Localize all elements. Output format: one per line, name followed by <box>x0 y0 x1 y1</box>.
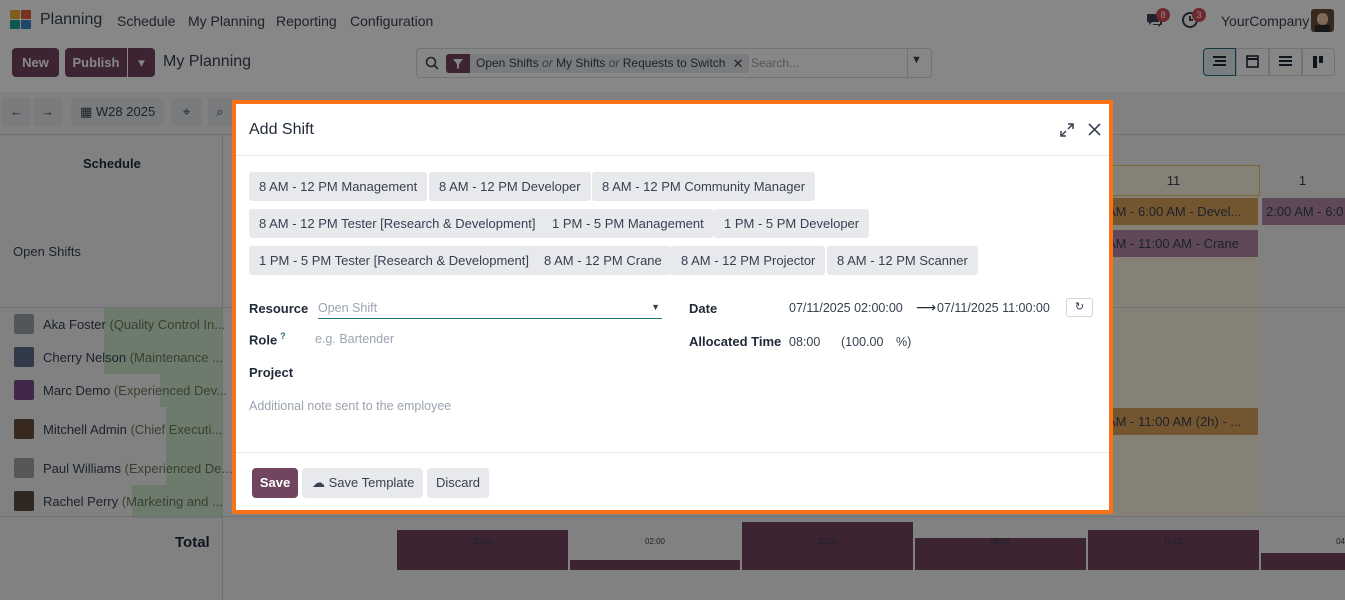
resource-field[interactable]: Open Shift ▼ <box>318 299 662 319</box>
allocated-hours-field[interactable]: 08:00 <box>789 335 820 349</box>
project-label: Project <box>249 365 294 380</box>
shift-template-button[interactable]: 1 PM - 5 PM Tester [Research & Developme… <box>249 246 539 275</box>
resource-placeholder: Open Shift <box>318 301 378 315</box>
date-end-field[interactable]: 07/11/2025 11:00:00 <box>937 301 1050 315</box>
close-icon[interactable] <box>1087 122 1102 137</box>
date-label: Date <box>689 301 718 316</box>
shift-template-button[interactable]: 8 AM - 12 PM Tester [Research & Developm… <box>249 209 546 238</box>
add-shift-dialog: Add Shift 8 AM - 12 PM Management 8 AM -… <box>232 100 1113 514</box>
role-label: Role? <box>249 331 286 348</box>
shift-template-button[interactable]: 8 AM - 12 PM Management <box>249 172 428 201</box>
expand-icon[interactable] <box>1060 123 1074 137</box>
resource-label: Resource <box>249 301 309 316</box>
arrow-right-icon: ⟶ <box>916 299 937 315</box>
caret-down-icon: ▼ <box>651 302 660 312</box>
role-field[interactable]: e.g. Bartender <box>315 332 394 346</box>
shift-template-button[interactable]: 8 AM - 12 PM Community Manager <box>592 172 816 201</box>
save-button[interactable]: Save <box>252 468 298 498</box>
shift-template-button[interactable]: 8 AM - 12 PM Developer <box>429 172 591 201</box>
shift-template-button[interactable]: 8 AM - 12 PM Crane <box>534 246 672 275</box>
shift-template-button[interactable]: 8 AM - 12 PM Scanner <box>827 246 978 275</box>
shift-template-button[interactable]: 8 AM - 12 PM Projector <box>671 246 826 275</box>
cloud-upload-icon: ☁ <box>312 475 329 490</box>
allocated-time-label: Allocated Time <box>689 334 782 349</box>
dialog-footer: Save ☁ Save Template Discard <box>236 452 1109 514</box>
dialog-header: Add Shift <box>236 104 1109 156</box>
date-start-field[interactable]: 07/11/2025 02:00:00 <box>789 301 903 315</box>
percent-sign: %) <box>896 335 912 349</box>
allocated-percent-field[interactable]: (100.00 <box>841 335 883 349</box>
shift-template-button[interactable]: 1 PM - 5 PM Management <box>542 209 714 238</box>
refresh-icon: ↻ <box>1074 301 1085 313</box>
role-help-icon[interactable]: ? <box>280 331 286 341</box>
note-field[interactable]: Additional note sent to the employee <box>249 399 451 413</box>
refresh-dates-button[interactable]: ↻ <box>1066 298 1093 317</box>
shift-template-button[interactable]: 1 PM - 5 PM Developer <box>714 209 870 238</box>
save-template-button[interactable]: ☁ Save Template <box>302 468 423 498</box>
discard-button[interactable]: Discard <box>427 468 489 498</box>
dialog-title: Add Shift <box>249 121 314 138</box>
